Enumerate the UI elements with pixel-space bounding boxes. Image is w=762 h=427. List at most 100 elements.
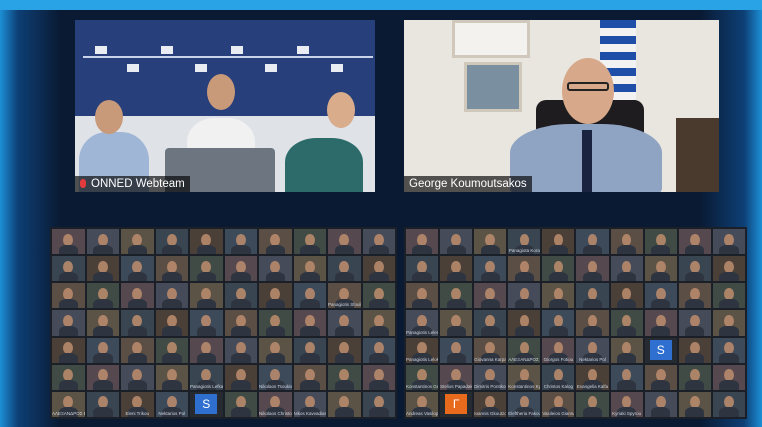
- participant-tile[interactable]: Eleni Trikou: [121, 391, 154, 417]
- participant-tile[interactable]: [86, 256, 119, 282]
- participant-tile[interactable]: [259, 229, 292, 255]
- participant-tile[interactable]: [121, 364, 154, 390]
- participant-tile[interactable]: [678, 337, 711, 363]
- participant-tile[interactable]: Giovanna Karpa: [474, 337, 507, 363]
- participant-tile[interactable]: Ioannis Gkoutzos: [474, 391, 507, 417]
- participant-tile[interactable]: [328, 310, 361, 336]
- participant-tile[interactable]: [508, 283, 541, 309]
- participant-tile[interactable]: [508, 310, 541, 336]
- participant-tile[interactable]: [328, 337, 361, 363]
- participant-tile[interactable]: [121, 337, 154, 363]
- participant-tile[interactable]: [224, 283, 257, 309]
- participant-tile[interactable]: [362, 283, 395, 309]
- participant-tile[interactable]: [86, 310, 119, 336]
- participant-tile[interactable]: [293, 256, 326, 282]
- participant-tile[interactable]: [440, 337, 473, 363]
- participant-tile[interactable]: [474, 283, 507, 309]
- participant-tile[interactable]: ΑΛΕΞΑΝΔΡΟΣ Π: [508, 337, 541, 363]
- participant-tile[interactable]: Konstantinos Ger: [406, 364, 439, 390]
- participant-tile[interactable]: [190, 310, 223, 336]
- participant-tile[interactable]: Giorgos Fotiou: [542, 337, 575, 363]
- participant-tile[interactable]: [328, 229, 361, 255]
- participant-tile[interactable]: [190, 229, 223, 255]
- participant-tile[interactable]: [576, 391, 609, 417]
- participant-tile[interactable]: [224, 337, 257, 363]
- participant-tile[interactable]: [328, 364, 361, 390]
- participant-tile[interactable]: [610, 283, 643, 309]
- participant-tile[interactable]: [362, 337, 395, 363]
- participant-tile[interactable]: [224, 364, 257, 390]
- participant-tile[interactable]: Panagiotis Sfoulis: [328, 283, 361, 309]
- participant-tile[interactable]: [328, 256, 361, 282]
- participant-tile[interactable]: [155, 229, 188, 255]
- participant-tile[interactable]: [259, 337, 292, 363]
- participant-tile[interactable]: ΑΛΕΞΑΝΔΡΟΣ ΕΡ: [52, 391, 85, 417]
- participant-tile[interactable]: [712, 229, 745, 255]
- participant-tile[interactable]: [155, 256, 188, 282]
- participant-tile[interactable]: [259, 310, 292, 336]
- participant-tile[interactable]: [86, 283, 119, 309]
- participant-tile[interactable]: [610, 364, 643, 390]
- participant-tile[interactable]: [121, 310, 154, 336]
- participant-tile[interactable]: Panagiotis Lelentis: [406, 310, 439, 336]
- participant-tile[interactable]: [293, 364, 326, 390]
- participant-tile[interactable]: Vasileios Giannakis: [542, 391, 575, 417]
- speaker-video-onned-webteam[interactable]: ONNED Webteam: [75, 20, 375, 192]
- participant-tile[interactable]: [542, 310, 575, 336]
- participant-tile[interactable]: [406, 283, 439, 309]
- participant-tile[interactable]: [678, 229, 711, 255]
- participant-tile[interactable]: [576, 229, 609, 255]
- participant-tile[interactable]: [52, 364, 85, 390]
- participant-tile[interactable]: [362, 391, 395, 417]
- participant-tile[interactable]: [293, 283, 326, 309]
- participant-tile[interactable]: Stelios Papadakis: [440, 364, 473, 390]
- participant-tile[interactable]: S: [190, 391, 223, 417]
- participant-tile[interactable]: [474, 310, 507, 336]
- participant-tile[interactable]: [644, 256, 677, 282]
- participant-tile[interactable]: [52, 256, 85, 282]
- participant-tile[interactable]: [190, 283, 223, 309]
- participant-tile[interactable]: [644, 364, 677, 390]
- participant-tile[interactable]: S: [644, 337, 677, 363]
- participant-tile[interactable]: [86, 337, 119, 363]
- participant-tile[interactable]: Nikos Kavvadias: [293, 391, 326, 417]
- participant-tile[interactable]: [224, 310, 257, 336]
- participant-tile[interactable]: [576, 256, 609, 282]
- participant-tile[interactable]: [678, 256, 711, 282]
- participant-tile[interactable]: [474, 256, 507, 282]
- participant-tile[interactable]: Eleftheria Fakou: [508, 391, 541, 417]
- participant-tile[interactable]: [644, 229, 677, 255]
- participant-tile[interactable]: [52, 310, 85, 336]
- participant-tile[interactable]: [644, 391, 677, 417]
- participant-tile[interactable]: [678, 364, 711, 390]
- participant-tile[interactable]: [712, 310, 745, 336]
- participant-tile[interactable]: [712, 256, 745, 282]
- participant-tile[interactable]: [542, 283, 575, 309]
- participant-tile[interactable]: Panagiotis Lelokas: [406, 337, 439, 363]
- participant-tile[interactable]: Panagiotis Lefkas: [190, 364, 223, 390]
- participant-tile[interactable]: [328, 391, 361, 417]
- participant-tile[interactable]: [121, 229, 154, 255]
- participant-tile[interactable]: [474, 229, 507, 255]
- participant-tile[interactable]: Nikolaos Tsoukis: [259, 364, 292, 390]
- participant-tile[interactable]: [293, 310, 326, 336]
- participant-tile[interactable]: Konstantinos Kyr: [508, 364, 541, 390]
- participant-tile[interactable]: [224, 391, 257, 417]
- participant-tile[interactable]: [155, 337, 188, 363]
- participant-tile[interactable]: [86, 364, 119, 390]
- participant-tile[interactable]: Nikolaos Christod: [259, 391, 292, 417]
- participant-tile[interactable]: [86, 229, 119, 255]
- participant-tile[interactable]: [542, 229, 575, 255]
- participant-tile[interactable]: [610, 310, 643, 336]
- participant-tile[interactable]: [542, 256, 575, 282]
- participant-tile[interactable]: [52, 283, 85, 309]
- participant-tile[interactable]: [406, 229, 439, 255]
- participant-tile[interactable]: Nektarios Pol: [155, 391, 188, 417]
- participant-tile[interactable]: [362, 256, 395, 282]
- participant-tile[interactable]: [440, 283, 473, 309]
- participant-tile[interactable]: [440, 229, 473, 255]
- participant-tile[interactable]: [508, 256, 541, 282]
- participant-tile[interactable]: [712, 391, 745, 417]
- participant-tile[interactable]: Evangelia Kalfa: [576, 364, 609, 390]
- participant-tile[interactable]: [224, 229, 257, 255]
